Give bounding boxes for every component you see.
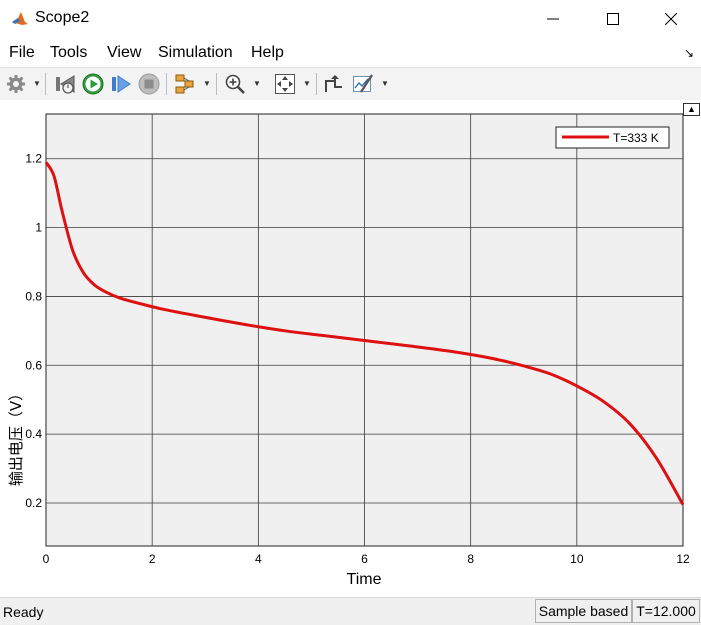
maximize-button[interactable] xyxy=(590,0,636,38)
scale-axes-icon xyxy=(325,75,342,92)
zoom-dropdown-icon[interactable]: ▼ xyxy=(253,79,261,88)
y-tick-label: 1.2 xyxy=(25,152,42,166)
highlight-block-icon xyxy=(175,74,194,94)
y-axis-label: 输出电压（V） xyxy=(7,386,25,486)
scale-axes-button[interactable] xyxy=(322,72,346,96)
simulation-time-indicator: T=12.000 xyxy=(632,599,700,623)
minimize-button[interactable] xyxy=(530,0,576,38)
toolbar-separator xyxy=(166,73,167,95)
menu-bar xyxy=(0,38,701,66)
style-dropdown-icon[interactable]: ▼ xyxy=(381,79,389,88)
style-icon xyxy=(353,74,373,93)
dock-arrow-icon[interactable]: ↘ xyxy=(684,46,694,60)
y-tick-label: 0.4 xyxy=(25,427,42,441)
x-tick-label: 0 xyxy=(43,552,50,566)
menu-help[interactable]: Help xyxy=(251,44,284,62)
menu-tools[interactable]: Tools xyxy=(50,44,87,62)
stop-button[interactable] xyxy=(137,72,161,96)
stop-icon xyxy=(138,73,160,95)
matlab-icon xyxy=(10,9,30,29)
style-button[interactable] xyxy=(351,72,375,96)
minimize-icon xyxy=(547,18,559,20)
highlight-dropdown-icon[interactable]: ▼ xyxy=(203,79,211,88)
legend-label: T=333 K xyxy=(613,131,659,145)
y-tick-label: 0.2 xyxy=(25,496,42,510)
x-tick-label: 12 xyxy=(676,552,690,566)
fit-dropdown-icon[interactable]: ▼ xyxy=(303,79,311,88)
x-tick-label: 8 xyxy=(467,552,474,566)
menu-file[interactable]: File xyxy=(9,44,35,62)
settings-dropdown-icon[interactable]: ▼ xyxy=(33,79,41,88)
status-text: Ready xyxy=(3,604,44,620)
step-back-icon xyxy=(56,75,75,94)
legend[interactable]: T=333 K xyxy=(555,126,670,149)
toolbar-separator xyxy=(316,73,317,95)
y-tick-label: 1 xyxy=(35,221,42,235)
toolbar-separator xyxy=(45,73,46,95)
x-tick-label: 6 xyxy=(361,552,368,566)
run-button[interactable] xyxy=(81,72,105,96)
y-tick-label: 0.6 xyxy=(25,358,42,372)
x-axis-label: Time xyxy=(347,571,382,588)
y-tick-label: 0.8 xyxy=(25,289,42,303)
menu-simulation[interactable]: Simulation xyxy=(158,44,233,62)
scope-plot[interactable]: 0 2 4 6 8 10 12 0.2 0.4 0.6 0.8 1 1.2 Time 输出电压（V） T… xyxy=(0,100,701,597)
step-forward-icon xyxy=(112,75,131,93)
maximize-icon xyxy=(607,13,619,25)
x-tick-label: 2 xyxy=(149,552,156,566)
run-icon xyxy=(82,73,104,95)
zoom-in-icon xyxy=(225,74,245,94)
close-icon xyxy=(665,13,677,25)
x-tick-label: 4 xyxy=(255,552,262,566)
x-tick-label: 10 xyxy=(570,552,584,566)
close-button[interactable] xyxy=(648,0,694,38)
toolbar-separator xyxy=(216,73,217,95)
menu-view[interactable]: View xyxy=(107,44,141,62)
sample-mode-indicator: Sample based xyxy=(535,599,632,623)
step-back-button[interactable] xyxy=(53,72,77,96)
window-title: Scope2 xyxy=(35,9,90,26)
settings-button[interactable] xyxy=(4,72,28,96)
zoom-button[interactable] xyxy=(223,72,247,96)
highlight-block-button[interactable] xyxy=(173,72,197,96)
fit-to-view-icon xyxy=(275,74,295,94)
fit-to-view-button[interactable] xyxy=(273,72,297,96)
settings-icon xyxy=(7,75,25,93)
step-forward-button[interactable] xyxy=(109,72,133,96)
